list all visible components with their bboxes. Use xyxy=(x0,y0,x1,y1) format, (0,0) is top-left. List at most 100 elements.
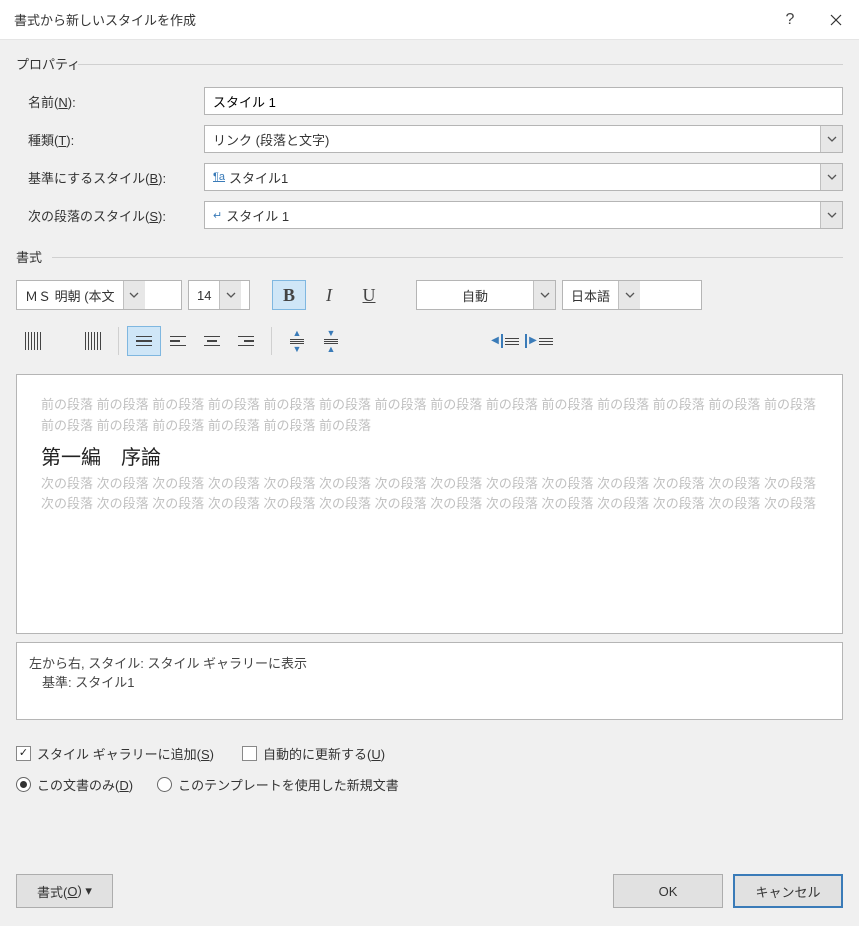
desc-line-2: 基準: スタイル1 xyxy=(29,672,830,691)
lang-combo[interactable]: 日本語 xyxy=(562,280,702,310)
titlebar: 書式から新しいスタイルを作成 ? xyxy=(0,0,859,40)
section-formatting-label: 書式 xyxy=(16,250,42,265)
cancel-button[interactable]: キャンセル xyxy=(733,874,843,908)
align-left-button[interactable] xyxy=(161,326,195,356)
bold-button[interactable]: B xyxy=(272,280,306,310)
radio-row: この文書のみ(D) このテンプレートを使用した新規文書 xyxy=(16,775,843,794)
type-combo-chevron[interactable] xyxy=(820,126,842,152)
increase-indent-button[interactable]: ▶ xyxy=(522,326,556,356)
format-toolbar-2: ▲▼ ▼▲ ◀ ▶ xyxy=(16,326,843,356)
paragraph-style-icon: ¶a xyxy=(213,171,225,183)
size-combo[interactable]: 14 xyxy=(188,280,250,310)
row-name: 名前(N): xyxy=(16,87,843,115)
label-type: 種類(T): xyxy=(16,130,204,149)
section-properties: プロパティ xyxy=(16,54,843,73)
return-icon: ↵ xyxy=(213,209,222,222)
format-toolbar-1: ＭＳ 明朝 (本文 14 B I U 自動 日本語 xyxy=(16,280,843,310)
type-combo-text: リンク (段落と文字) xyxy=(205,130,820,149)
chevron-down-icon xyxy=(226,292,236,298)
label-name: 名前(N): xyxy=(16,92,204,111)
font-combo-text: ＭＳ 明朝 (本文 xyxy=(17,281,123,309)
font-color-combo[interactable]: 自動 xyxy=(416,280,556,310)
button-bar: 書式(O) ▾ OK キャンセル xyxy=(16,856,843,908)
italic-button[interactable]: I xyxy=(312,280,346,310)
align-right-button[interactable] xyxy=(229,326,263,356)
close-button[interactable] xyxy=(813,0,859,40)
align-left-icon xyxy=(170,336,186,347)
next-combo-text: ↵ スタイル 1 xyxy=(205,206,820,225)
row-next: 次の段落のスタイル(S): ↵ スタイル 1 xyxy=(16,201,843,229)
row-type: 種類(T): リンク (段落と文字) xyxy=(16,125,843,153)
this-document-radio[interactable]: この文書のみ(D) xyxy=(16,775,133,794)
checkbox-row: ✓ スタイル ギャラリーに追加(S) 自動的に更新する(U) xyxy=(16,744,843,763)
align-center-icon xyxy=(204,336,220,347)
gallery-checkbox[interactable]: ✓ スタイル ギャラリーに追加(S) xyxy=(16,744,214,763)
increase-paragraph-spacing-button[interactable]: ▲▼ xyxy=(280,326,314,356)
desc-line-1: 左から右, スタイル: スタイル ギャラリーに表示 xyxy=(29,653,830,672)
base-combo-chevron[interactable] xyxy=(820,164,842,190)
decrease-indent-button[interactable]: ◀ xyxy=(488,326,522,356)
font-color-text: 自動 xyxy=(417,281,533,309)
name-input[interactable] xyxy=(204,87,843,115)
titlebar-right: ? xyxy=(767,0,859,40)
ok-button[interactable]: OK xyxy=(613,874,723,908)
chevron-down-icon xyxy=(129,292,139,298)
align-justify-icon xyxy=(136,336,152,347)
chevron-down-icon xyxy=(827,136,837,142)
chevron-down-icon xyxy=(827,212,837,218)
this-document-radio-label: この文書のみ(D) xyxy=(37,775,133,794)
window-title: 書式から新しいスタイルを作成 xyxy=(14,10,196,29)
chevron-down-icon xyxy=(625,292,635,298)
autoupdate-checkbox[interactable]: 自動的に更新する(U) xyxy=(242,744,385,763)
section-properties-label: プロパティ xyxy=(16,57,80,72)
chevron-down-icon xyxy=(540,292,550,298)
text-direction-rtl-button[interactable] xyxy=(76,326,110,356)
lang-combo-text: 日本語 xyxy=(563,281,618,309)
radio-icon xyxy=(16,777,31,792)
label-next: 次の段落のスタイル(S): xyxy=(16,206,204,225)
font-combo[interactable]: ＭＳ 明朝 (本文 xyxy=(16,280,182,310)
base-combo-text: ¶a スタイル1 xyxy=(205,168,820,187)
chevron-down-icon xyxy=(827,174,837,180)
size-combo-text: 14 xyxy=(189,281,219,309)
type-combo[interactable]: リンク (段落と文字) xyxy=(204,125,843,153)
style-preview: 前の段落 前の段落 前の段落 前の段落 前の段落 前の段落 前の段落 前の段落 … xyxy=(16,374,843,634)
base-combo[interactable]: ¶a スタイル1 xyxy=(204,163,843,191)
radio-icon xyxy=(157,777,172,792)
style-description: 左から右, スタイル: スタイル ギャラリーに表示 基準: スタイル1 xyxy=(16,642,843,720)
font-combo-chevron[interactable] xyxy=(123,281,145,309)
para-space-decrease-icon: ▼▲ xyxy=(324,329,338,354)
bars-icon xyxy=(25,332,41,350)
align-center-button[interactable] xyxy=(195,326,229,356)
para-space-increase-icon: ▲▼ xyxy=(290,329,304,354)
close-icon xyxy=(830,14,842,26)
size-combo-chevron[interactable] xyxy=(219,281,241,309)
section-formatting: 書式 xyxy=(16,247,843,266)
dialog-content: プロパティ 名前(N): 種類(T): リンク (段落と文字) 基準にするスタイ… xyxy=(0,40,859,926)
help-button[interactable]: ? xyxy=(767,0,813,40)
decrease-indent-icon: ◀ xyxy=(491,334,519,348)
preview-prev-paragraphs: 前の段落 前の段落 前の段落 前の段落 前の段落 前の段落 前の段落 前の段落 … xyxy=(41,395,818,437)
preview-next-paragraphs: 次の段落 次の段落 次の段落 次の段落 次の段落 次の段落 次の段落 次の段落 … xyxy=(41,474,818,516)
lang-combo-chevron[interactable] xyxy=(618,281,640,309)
template-radio[interactable]: このテンプレートを使用した新規文書 xyxy=(157,775,399,794)
checkbox-icon: ✓ xyxy=(16,746,31,761)
next-combo-chevron[interactable] xyxy=(820,202,842,228)
font-color-chevron[interactable] xyxy=(533,281,555,309)
underline-button[interactable]: U xyxy=(352,280,386,310)
decrease-paragraph-spacing-button[interactable]: ▼▲ xyxy=(314,326,348,356)
checkbox-icon xyxy=(242,746,257,761)
template-radio-label: このテンプレートを使用した新規文書 xyxy=(178,775,399,794)
increase-indent-icon: ▶ xyxy=(525,334,553,348)
gallery-checkbox-label: スタイル ギャラリーに追加(S) xyxy=(37,744,214,763)
align-right-icon xyxy=(238,336,254,347)
autoupdate-checkbox-label: 自動的に更新する(U) xyxy=(263,744,385,763)
next-combo[interactable]: ↵ スタイル 1 xyxy=(204,201,843,229)
align-justify-button[interactable] xyxy=(127,326,161,356)
bars-icon xyxy=(85,332,101,350)
label-base: 基準にするスタイル(B): xyxy=(16,168,204,187)
row-base: 基準にするスタイル(B): ¶a スタイル1 xyxy=(16,163,843,191)
format-menu-button[interactable]: 書式(O) ▾ xyxy=(16,874,113,908)
preview-sample-text: 第一編 序論 xyxy=(41,441,818,470)
text-direction-ltr-button[interactable] xyxy=(16,326,50,356)
